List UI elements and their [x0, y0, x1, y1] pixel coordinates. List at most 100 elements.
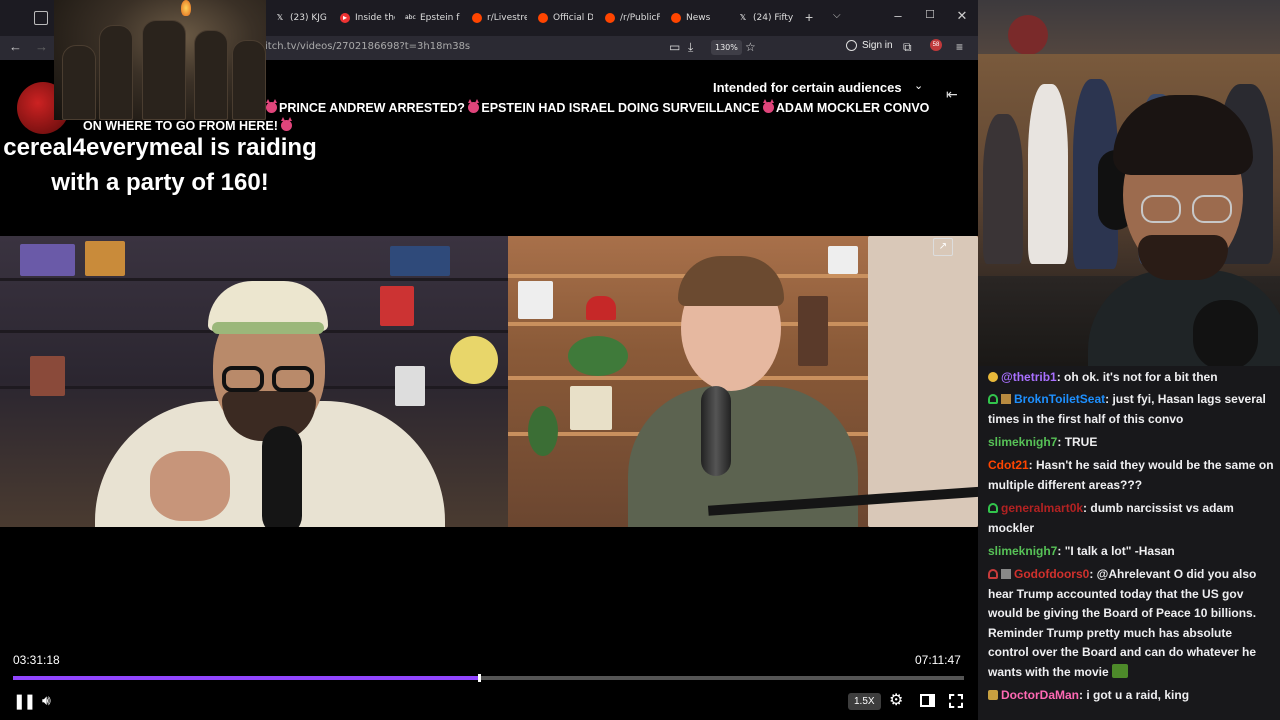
chevron-down-icon[interactable]: ⌵ — [833, 10, 841, 21]
chat-message[interactable]: Cdot21: Hasn't he said they would be the… — [988, 456, 1276, 495]
zoom-level[interactable]: 130% — [711, 40, 742, 55]
reddit-icon — [671, 13, 681, 23]
chat-message[interactable]: Godofdoors0: @Ahrelevant O did you also … — [988, 565, 1276, 682]
chat-username[interactable]: DoctorDaMan — [1001, 688, 1079, 702]
emote-icon — [1111, 663, 1128, 678]
address-bar[interactable]: itch.tv/videos/2702186698?t=3h18m38s — [265, 41, 470, 52]
browser-tab[interactable]: 𝕏 (24) Fifty — [738, 9, 793, 27]
chat-text: : @Ahrelevant O did you also hear Trump … — [988, 567, 1257, 679]
poster — [20, 244, 75, 276]
gift-badge-icon — [988, 394, 998, 404]
streamer-glasses — [1141, 195, 1181, 223]
sidebar-toggle-icon[interactable] — [34, 11, 48, 25]
bits-badge-icon — [1001, 394, 1011, 404]
crowd-person — [1028, 84, 1068, 264]
menu-icon[interactable]: ≡ — [956, 40, 963, 54]
chat-message[interactable]: slimeknigh7: TRUE — [988, 433, 1276, 453]
youtube-icon: ▸ — [340, 13, 350, 23]
browser-tab[interactable]: /r/PublicF — [605, 9, 660, 27]
new-tab-icon[interactable]: + — [805, 9, 813, 25]
minimize-icon[interactable]: – — [891, 8, 905, 23]
forward-arrow-icon[interactable]: → — [35, 39, 48, 54]
theater-mode-icon[interactable] — [920, 694, 935, 707]
microphone — [1193, 300, 1258, 366]
microphone — [701, 386, 731, 476]
chat-message[interactable]: BroknToiletSeat: just fyi, Hasan lags se… — [988, 390, 1276, 429]
reader-view-icon[interactable]: ▭ — [669, 40, 680, 54]
picture-frame — [395, 366, 425, 406]
chat-username[interactable]: Godofdoors0 — [1014, 567, 1089, 581]
maximize-icon[interactable]: ☐ — [923, 8, 937, 21]
chat-message[interactable]: generalmart0k: dumb narcissist vs adam m… — [988, 499, 1276, 538]
video-left-speaker[interactable] — [0, 236, 508, 527]
chat-message[interactable]: slimeknigh7: "I talk a lot" -Hasan — [988, 542, 1276, 562]
figurine — [30, 356, 65, 396]
collapse-chat-icon[interactable]: ⇤ — [946, 86, 958, 103]
poster — [85, 241, 125, 276]
devil-emoji-icon — [762, 99, 774, 113]
playback-speed-button[interactable]: 1.5X — [848, 693, 881, 710]
chat-username[interactable]: slimeknigh7 — [988, 544, 1057, 558]
streamer-beard — [1138, 235, 1228, 280]
devil-emoji-icon — [468, 99, 480, 113]
bookmark-star-icon[interactable]: ☆ — [745, 40, 756, 54]
browser-tab[interactable]: Official D — [538, 9, 593, 27]
seek-bar-progress — [13, 676, 479, 680]
picture-frame — [570, 386, 612, 430]
chevron-down-icon[interactable]: ⌄ — [914, 79, 923, 92]
chat-username[interactable]: @thetrib1 — [1001, 370, 1057, 384]
chat-text: : TRUE — [1057, 435, 1098, 449]
chat-message[interactable]: @thetrib1: oh ok. it's not for a bit the… — [988, 368, 1276, 388]
gift-badge-icon — [988, 569, 998, 579]
settings-gear-icon[interactable]: ⚙ — [889, 690, 903, 710]
x-logo-icon: 𝕏 — [276, 13, 284, 22]
expand-icon[interactable]: ↗ — [933, 238, 953, 256]
pause-icon[interactable]: ❚❚ — [13, 692, 36, 710]
close-icon[interactable]: ✕ — [955, 8, 969, 24]
chat-username[interactable]: slimeknigh7 — [988, 435, 1057, 449]
browser-tab[interactable]: News — [671, 9, 726, 27]
stream-title: PRINCE ANDREW ARRESTED? EPSTEIN HAD ISRA… — [266, 99, 929, 115]
thumbnail-figure — [232, 40, 266, 120]
chat-username[interactable]: generalmart0k — [1001, 501, 1083, 515]
seek-bar[interactable] — [13, 674, 964, 682]
download-icon[interactable]: ⤓ — [688, 40, 693, 55]
speaker-glasses — [272, 366, 314, 392]
x-logo-icon: 𝕏 — [739, 13, 747, 22]
shelf — [508, 376, 868, 380]
audience-label[interactable]: Intended for certain audiences — [713, 80, 902, 95]
chat-username[interactable]: BroknToiletSeat — [1014, 392, 1105, 406]
figurine — [450, 336, 498, 384]
streamer-webcam — [978, 0, 1280, 366]
chat-text: : "I talk a lot" -Hasan — [1057, 544, 1175, 558]
raid-notice: cereal4everymeal is raiding with a party… — [3, 134, 317, 196]
thumbnail-figure — [99, 25, 133, 120]
reddit-icon — [605, 13, 615, 23]
browser-tab[interactable]: abc Epstein fr — [405, 9, 460, 27]
chat-text: : oh ok. it's not for a bit then — [1056, 370, 1218, 384]
current-time: 03:31:18 — [13, 653, 60, 667]
extension-badge[interactable]: 58 — [930, 39, 942, 51]
plant — [528, 406, 558, 456]
chat-text: : i got u a raid, king — [1079, 688, 1190, 702]
browser-tab[interactable]: r/Livestre — [472, 9, 527, 27]
chat-username[interactable]: Cdot21 — [988, 458, 1029, 472]
volume-icon[interactable]: 🔊︎ — [42, 692, 51, 709]
browser-tab[interactable]: ▸ Inside the — [340, 9, 395, 27]
chat-message[interactable]: DoctorDaMan: i got u a raid, king — [988, 686, 1276, 706]
fullscreen-icon[interactable] — [949, 694, 963, 708]
torch-icon — [181, 0, 191, 16]
sign-in-button[interactable]: Sign in — [846, 40, 893, 51]
video-right-speaker[interactable] — [508, 236, 978, 527]
red-cap — [586, 296, 616, 320]
browser-tab[interactable]: 𝕏 (23) KJG — [275, 9, 330, 27]
picture-frame — [828, 246, 858, 274]
books — [798, 296, 828, 366]
back-arrow-icon[interactable]: ← — [9, 39, 22, 54]
crowd-person — [983, 114, 1023, 264]
thumbnail-figure — [62, 45, 96, 120]
picture-frame — [518, 281, 553, 319]
extensions-icon[interactable]: ⧉ — [903, 40, 912, 55]
seek-bar-handle[interactable] — [477, 674, 481, 682]
speaker-hair — [678, 256, 784, 306]
